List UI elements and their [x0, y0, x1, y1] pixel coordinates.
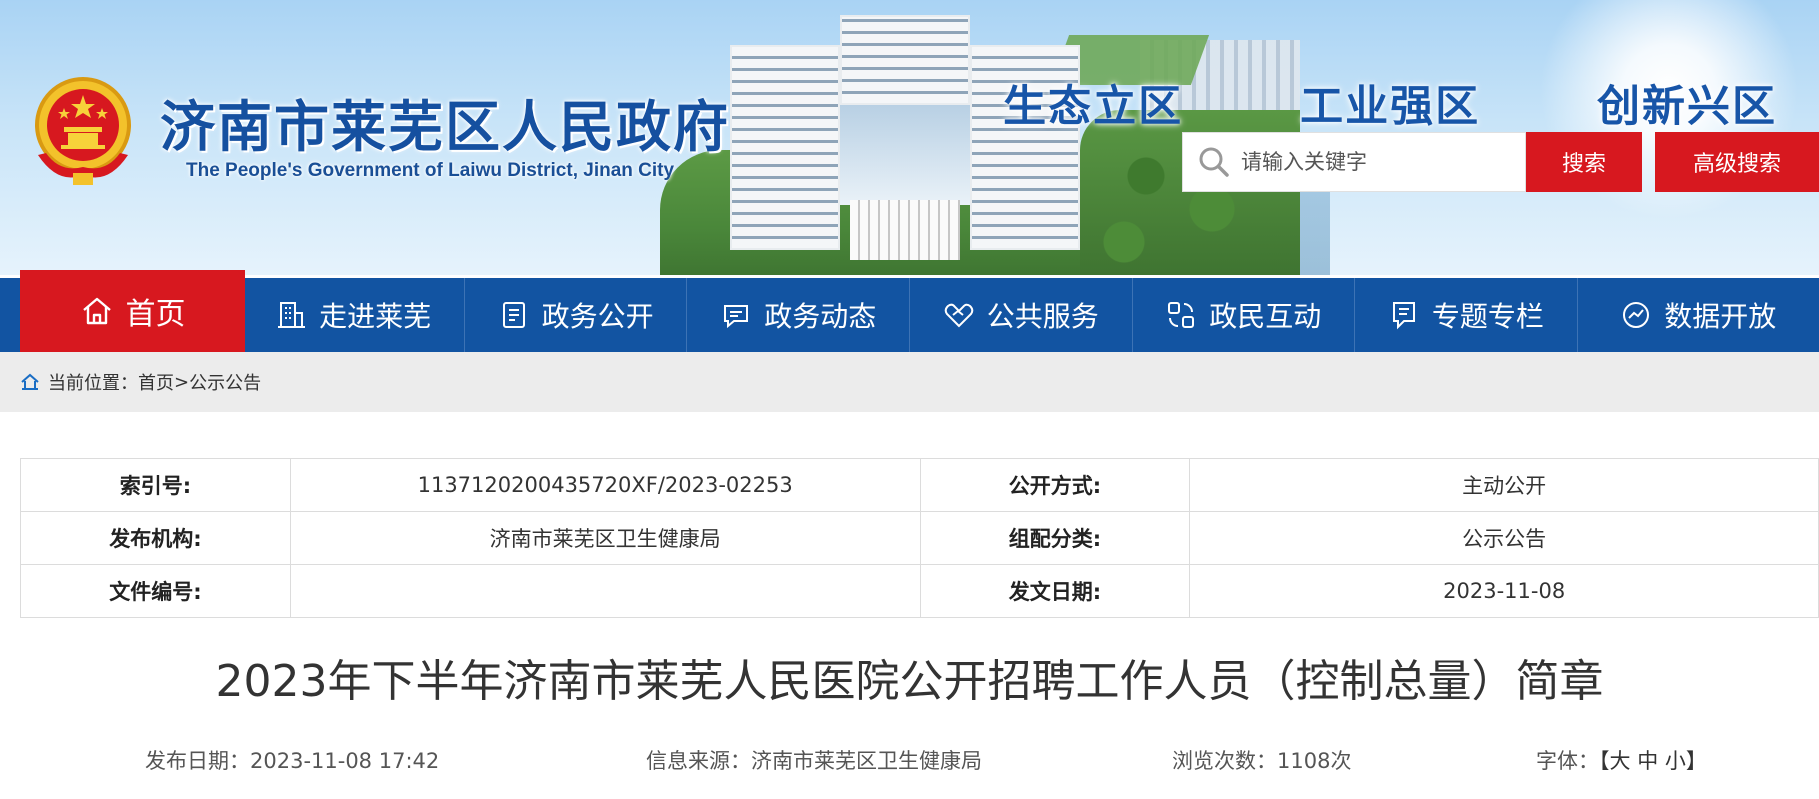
nav-item-interaction[interactable]: 政民互动	[1133, 278, 1356, 352]
site-subtitle: The People's Government of Laiwu Distric…	[186, 160, 675, 181]
nav-label: 专题专栏	[1431, 300, 1544, 333]
font-size-medium-button[interactable]: 中	[1637, 749, 1658, 773]
search-button[interactable]: 搜索	[1526, 132, 1642, 192]
advanced-search-button[interactable]: 高级搜索	[1655, 132, 1819, 192]
breadcrumb-separator: >	[174, 371, 190, 393]
breadcrumb-home-link[interactable]: 首页	[138, 369, 174, 395]
nav-item-topics[interactable]: 专题专栏	[1355, 278, 1578, 352]
publisher-label: 发布机构:	[20, 511, 291, 565]
interaction-icon	[1168, 302, 1195, 328]
font-size-small-button[interactable]: 小	[1665, 749, 1686, 773]
chat-icon	[724, 305, 749, 329]
article-title: 2023年下半年济南市莱芜人民医院公开招聘工作人员（控制总量）简章	[215, 656, 1604, 707]
font-size-large-button[interactable]: 大	[1610, 749, 1631, 773]
banner-government-building	[730, 15, 1080, 260]
slogan-1: 生态立区	[1003, 82, 1184, 132]
nav-item-home[interactable]: 首页	[20, 270, 245, 352]
nav-home-label: 首页	[125, 297, 186, 332]
nav-label: 政务公开	[541, 300, 654, 333]
breadcrumb-current-link[interactable]: 公示公告	[189, 369, 261, 395]
issue-date-label: 发文日期:	[919, 564, 1191, 618]
nav-item-gov-affairs[interactable]: 政务公开	[465, 278, 688, 352]
nav-item-public-service[interactable]: 公共服务	[910, 278, 1133, 352]
document-metadata-table: 索引号: 11371202004357​20XF/2023-02253 公开方式…	[20, 458, 1819, 618]
national-emblem-icon	[35, 77, 131, 185]
breadcrumb: 当前位置： 首页 > 公示公告	[0, 352, 1819, 412]
slogan: 生态立区 工业强区 创新兴区	[1003, 72, 1777, 134]
site-title: 济南市莱芜区人民政府	[160, 95, 731, 159]
index-number-label: 索引号:	[20, 458, 291, 512]
table-row: 发布机构: 济南市莱芜区卫生健康局 组配分类: 公示公告	[20, 511, 1819, 565]
index-number-value: 11371202004357​20XF/2023-02253	[289, 458, 921, 512]
nav-item-open-data[interactable]: 数据开放	[1578, 278, 1819, 352]
breadcrumb-prefix: 当前位置：	[48, 373, 138, 394]
publisher-value: 济南市莱芜区卫生健康局	[289, 511, 921, 565]
nav-item-about[interactable]: 走进莱芜	[242, 278, 465, 352]
slogan-2: 工业强区	[1300, 82, 1481, 132]
font-size-label: 字体：	[1536, 749, 1599, 773]
document-number-value	[289, 564, 921, 618]
home-icon	[82, 297, 111, 325]
data-icon	[1623, 302, 1650, 328]
view-count: 浏览次数：1108次	[1172, 749, 1352, 773]
nav-label: 走进莱芜	[319, 300, 432, 333]
nav-label: 公共服务	[986, 300, 1099, 333]
category-value: 公示公告	[1189, 511, 1819, 565]
category-label: 组配分类:	[919, 511, 1191, 565]
nav-label: 政民互动	[1209, 300, 1322, 333]
document-icon	[502, 302, 525, 328]
font-bracket-open: 【	[1599, 749, 1610, 773]
table-row: 索引号: 11371202004357​20XF/2023-02253 公开方式…	[20, 458, 1819, 512]
nav-label: 政务动态	[764, 300, 877, 333]
building-icon	[278, 302, 306, 328]
handshake-icon	[944, 303, 973, 328]
main-nav: 走进莱芜 政务公开 政务动态 公共服务 政民互动 专题专栏 数据开放	[0, 278, 1819, 352]
location-home-icon	[21, 373, 39, 390]
slogan-3: 创新兴区	[1597, 82, 1777, 132]
search-input[interactable]	[1241, 150, 1511, 174]
topic-icon	[1392, 302, 1415, 330]
disclosure-method-label: 公开方式:	[919, 458, 1191, 512]
search-icon	[1199, 147, 1229, 177]
font-size-control: 字体：【大 中 小】	[1536, 745, 1707, 775]
disclosure-method-value: 主动公开	[1189, 458, 1819, 512]
nav-item-gov-news[interactable]: 政务动态	[687, 278, 910, 352]
document-number-label: 文件编号:	[20, 564, 291, 618]
search-box	[1182, 132, 1526, 192]
info-source: 信息来源：济南市莱芜区卫生健康局	[646, 749, 982, 773]
nav-label: 数据开放	[1664, 300, 1777, 333]
table-row: 文件编号: 发文日期: 2023-11-08	[20, 564, 1819, 618]
issue-date-value: 2023-11-08	[1189, 564, 1819, 618]
font-bracket-close: 】	[1685, 749, 1707, 773]
publish-date: 发布日期：2023-11-08 17:42	[145, 749, 440, 773]
